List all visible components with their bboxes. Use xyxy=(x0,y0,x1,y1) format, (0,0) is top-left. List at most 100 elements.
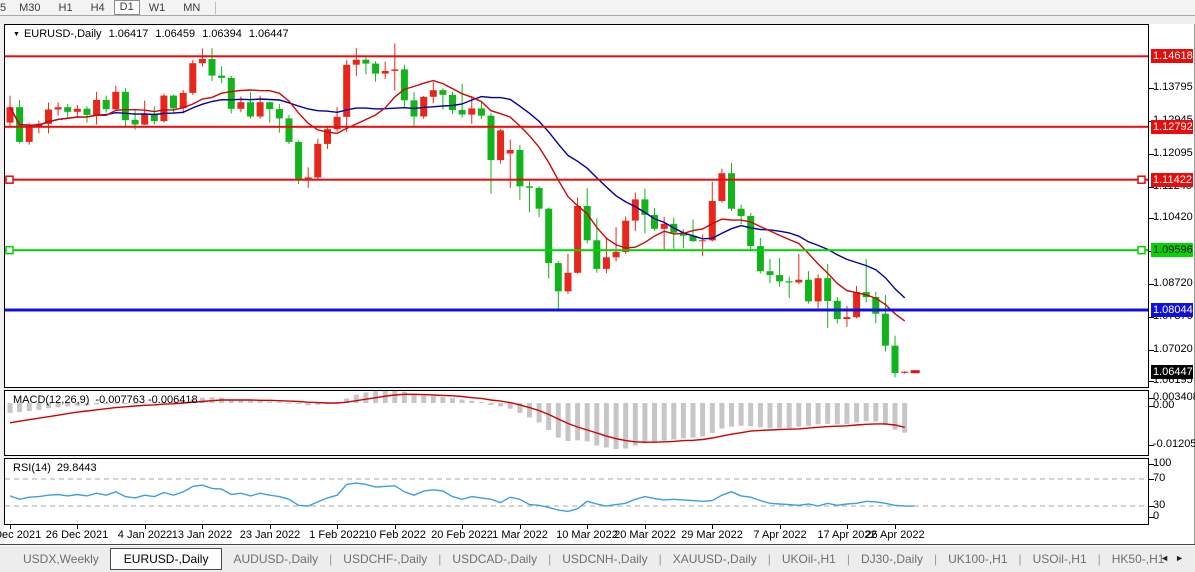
candle xyxy=(103,96,110,113)
candle xyxy=(382,62,389,79)
timeframe-button-h4[interactable]: H4 xyxy=(82,1,114,15)
candle xyxy=(488,113,495,194)
chart-symbol: EURUSD-,Daily xyxy=(24,28,102,40)
date-label: 20 Feb 2022 xyxy=(431,529,493,541)
chart-header: ▼EURUSD-,Daily1.064171.064591.063941.064… xyxy=(13,28,289,40)
tab-usoil-h1[interactable]: USOil-,H1 xyxy=(1022,549,1098,569)
candle xyxy=(786,277,793,298)
date-label: 16 Dec 2021 xyxy=(0,529,41,541)
hline-handle[interactable] xyxy=(1138,176,1145,183)
timeframe-button-h1[interactable]: H1 xyxy=(50,1,82,15)
tab-scroll-arrows: ◄► xyxy=(1160,553,1190,563)
candle xyxy=(64,104,71,119)
candle xyxy=(545,208,552,279)
tab-usdcnh-daily[interactable]: USDCNH-,Daily xyxy=(551,549,658,569)
candle xyxy=(199,49,206,67)
hline-1-11422[interactable] xyxy=(5,179,1148,181)
hline-handle[interactable] xyxy=(1138,247,1145,254)
candle xyxy=(209,48,216,81)
candle xyxy=(93,92,100,125)
timeframe-button-m30[interactable]: M30 xyxy=(10,1,49,15)
mt4-window: 5M30H1H4D1W1MN ▼ EURUSD-,Daily 1.06417 1.06… xyxy=(0,0,1195,572)
hline-handle[interactable] xyxy=(6,247,13,254)
tab-scroll-left-icon[interactable]: ◄ xyxy=(1160,553,1175,563)
tab-usdchf-daily[interactable]: USDCHF-,Daily xyxy=(332,549,438,569)
candle xyxy=(718,169,725,203)
rsi-header: RSI(14)29.8443 xyxy=(13,462,97,474)
candle xyxy=(430,82,437,103)
candle xyxy=(411,92,418,127)
tab-scroll-right-icon[interactable]: ► xyxy=(1175,553,1190,563)
candle xyxy=(516,145,523,200)
candle xyxy=(757,238,764,274)
candle xyxy=(401,65,408,107)
timeframe-button-5[interactable]: 5 xyxy=(0,1,10,15)
candle xyxy=(314,139,321,180)
tab-usdcad-daily[interactable]: USDCAD-,Daily xyxy=(441,549,548,569)
candle xyxy=(170,95,177,114)
date-label: 1 Feb 2022 xyxy=(309,529,365,541)
tab-uk100-h1[interactable]: UK100-,H1 xyxy=(937,549,1018,569)
candle xyxy=(632,193,639,232)
date-label: 4 Jan 2022 xyxy=(118,529,172,541)
hline-price-label: 1.09596 xyxy=(1151,243,1193,257)
date-label: 20 Mar 2022 xyxy=(614,529,676,541)
tab-usdx-weekly[interactable]: USDX,Weekly xyxy=(12,549,110,569)
candle xyxy=(728,163,735,211)
ohlc-open: 1.06417 xyxy=(109,28,149,40)
current-price-label: 1.06447 xyxy=(1151,365,1193,379)
symbol-dropdown-icon: ▼ xyxy=(13,31,20,38)
candle xyxy=(574,198,581,274)
timeframe-button-d1[interactable]: D1 xyxy=(114,0,140,15)
tab-xauusd-daily[interactable]: XAUUSD-,Daily xyxy=(662,549,768,569)
time-axis[interactable]: 16 Dec 202126 Dec 20214 Jan 202213 Jan 2… xyxy=(4,525,1149,544)
timeframe-button-w1[interactable]: W1 xyxy=(140,1,175,15)
tab-dj30-daily[interactable]: DJ30-,Daily xyxy=(850,549,934,569)
rsi-pane[interactable]: RSI(14)29.8443 xyxy=(4,458,1149,525)
macd-axis-label: -0.012058 xyxy=(1153,438,1195,450)
date-label: 29 Mar 2022 xyxy=(681,529,743,541)
hline-price-label: 1.11422 xyxy=(1151,173,1193,187)
hline-1-09596[interactable] xyxy=(5,249,1148,251)
candle xyxy=(555,261,562,309)
candle xyxy=(180,90,187,114)
candle xyxy=(151,106,158,124)
hline-1-12792[interactable] xyxy=(5,126,1148,128)
hline-handle[interactable] xyxy=(6,176,13,183)
candle xyxy=(362,57,369,74)
hline-price-label: 1.12792 xyxy=(1151,120,1193,134)
candle xyxy=(459,84,466,118)
timeframe-toolbar: 5M30H1H4D1W1MN xyxy=(0,0,1195,16)
candle xyxy=(305,167,312,188)
candle xyxy=(815,274,822,308)
timeframe-button-mn[interactable]: MN xyxy=(174,1,209,15)
rsi-axis-label: 100 xyxy=(1153,457,1171,469)
candle xyxy=(391,44,398,91)
tab-ukoil-h1[interactable]: UKOil-,H1 xyxy=(771,549,847,569)
date-label: 13 Jan 2022 xyxy=(172,529,233,541)
ohlc-high: 1.06459 xyxy=(155,28,195,40)
main-chart-pane[interactable]: ▼EURUSD-,Daily1.064171.064591.063941.064… xyxy=(4,24,1149,388)
hline-1-08044[interactable] xyxy=(5,309,1148,312)
candle xyxy=(218,66,225,83)
price-tick-label: 1.10420 xyxy=(1153,211,1193,223)
macd-axis-label: 0.00 xyxy=(1153,399,1174,411)
date-label: 26 Apr 2022 xyxy=(865,529,924,541)
tab-eurusd-daily[interactable]: EURUSD-,Daily xyxy=(110,548,223,570)
candle xyxy=(141,101,148,125)
candle xyxy=(526,181,533,212)
candle xyxy=(853,286,860,318)
date-label: 1 Mar 2022 xyxy=(492,529,548,541)
macd-pane[interactable]: MACD(12,26,9)-0.007763 -0.006418 xyxy=(4,390,1149,456)
candle xyxy=(805,271,812,303)
candle xyxy=(334,107,341,131)
candle xyxy=(74,105,81,117)
candle xyxy=(122,88,129,127)
date-label: 7 Apr 2022 xyxy=(753,529,806,541)
candle xyxy=(324,127,331,149)
price-axis[interactable]: 1.137951.129451.120951.112451.104201.095… xyxy=(1149,24,1195,545)
tab-audusd-daily[interactable]: AUDUSD-,Daily xyxy=(222,549,329,569)
tab-bar: USDX,WeeklyEURUSD-,DailyAUDUSD-,Daily|US… xyxy=(0,545,1195,572)
candle xyxy=(247,92,254,118)
hline-1-14618[interactable] xyxy=(5,55,1148,57)
